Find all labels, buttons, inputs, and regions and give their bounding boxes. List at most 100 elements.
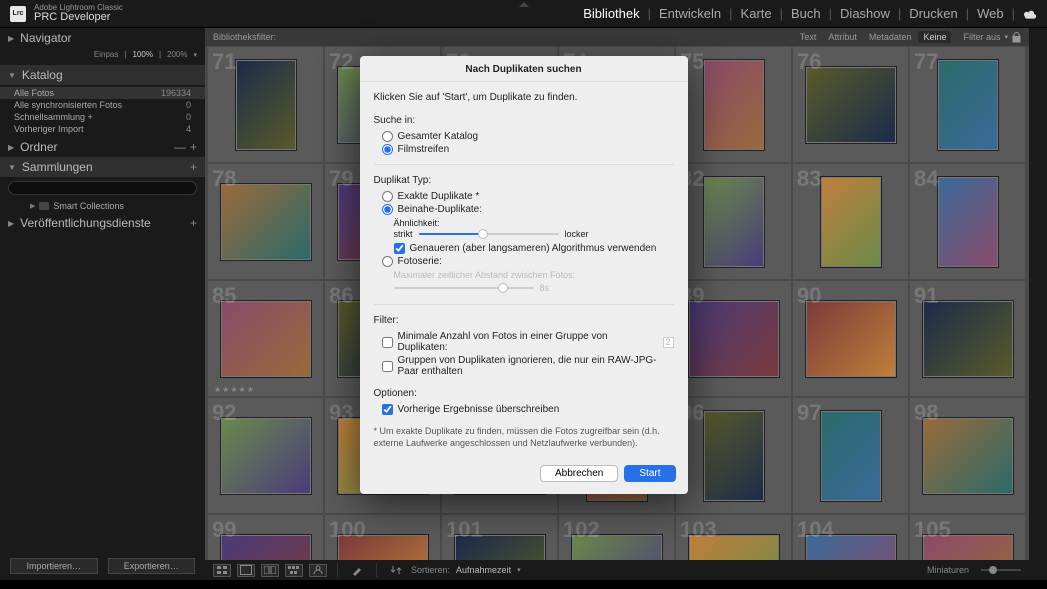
plus-icon[interactable]: + — [190, 160, 197, 174]
module-tab-entwickeln[interactable]: Entwickeln — [659, 6, 721, 21]
thumbnail-cell[interactable]: 91 — [909, 280, 1026, 397]
fotoserie-radio[interactable]: Fotoserie: — [374, 255, 674, 268]
filter-section-label: Filter: — [374, 315, 674, 326]
catalog-label: Katalog — [22, 68, 63, 82]
min-group-size-checkbox[interactable]: Minimale Anzahl von Fotos in einer Grupp… — [374, 330, 674, 354]
folders-panel-header[interactable]: ▶ Ordner — + — [0, 137, 205, 157]
sort-label: Sortieren: — [411, 565, 450, 575]
similarity-strict-label: strikt — [394, 229, 413, 239]
thumbnail-cell[interactable]: 84 — [909, 163, 1026, 280]
catalog-item[interactable]: Alle synchronisierten Fotos0 — [0, 99, 205, 111]
panel-collapse-top[interactable] — [519, 2, 529, 7]
rating-stars[interactable]: ★★★★★ — [214, 385, 255, 394]
compare-view-button[interactable] — [261, 564, 279, 577]
overwrite-results-checkbox[interactable]: Vorherige Ergebnisse überschreiben — [374, 403, 674, 416]
min-group-size-input[interactable] — [663, 337, 674, 348]
thumbnail-cell[interactable]: 104 — [792, 514, 909, 560]
precise-algorithm-checkbox[interactable]: Genaueren (aber langsameren) Algorithmus… — [374, 242, 674, 255]
lock-icon[interactable] — [1012, 32, 1021, 43]
thumbnail-cell[interactable]: 100 — [324, 514, 441, 560]
nav-200[interactable]: 200% — [167, 50, 187, 59]
plus-icon[interactable]: + — [190, 140, 197, 154]
minus-icon[interactable]: — — [174, 140, 186, 154]
collections-panel-header[interactable]: ▼ Sammlungen + — [0, 157, 205, 177]
thumbnail-cell[interactable]: 83 — [792, 163, 909, 280]
module-tab-buch[interactable]: Buch — [791, 6, 821, 21]
module-tab-web[interactable]: Web — [977, 6, 1004, 21]
catalog-panel-header[interactable]: ▼ Katalog — [0, 65, 205, 85]
filter-tab-attribut[interactable]: Attribut — [823, 31, 862, 43]
people-view-button[interactable] — [309, 564, 327, 577]
catalog-item[interactable]: Alle Fotos196334 — [0, 87, 205, 99]
collections-label: Sammlungen — [22, 160, 93, 174]
thumbnail-cell[interactable]: 89 — [675, 280, 792, 397]
chevron-right-icon: ▶ — [8, 219, 14, 228]
painter-tool-button[interactable] — [348, 564, 366, 577]
thumbnail-cell[interactable]: 77 — [909, 46, 1026, 163]
sort-value-dropdown[interactable]: Aufnahmezeit — [456, 565, 511, 575]
thumbnail-cell[interactable]: 71 — [207, 46, 324, 163]
smart-collections-label: Smart Collections — [53, 201, 124, 211]
thumbnail-cell[interactable]: 102 — [558, 514, 675, 560]
exact-duplicates-radio[interactable]: Exakte Duplikate * — [374, 190, 674, 203]
thumbnail-cell[interactable]: 90 — [792, 280, 909, 397]
catalog-item[interactable]: Vorheriger Import4 — [0, 123, 205, 135]
collections-search-input[interactable] — [8, 181, 197, 195]
thumbnail-cell[interactable]: 76 — [792, 46, 909, 163]
thumbnail-cell[interactable]: 98 — [909, 397, 1026, 514]
thumbnail-size-slider[interactable] — [981, 569, 1021, 571]
similarity-slider[interactable] — [419, 228, 559, 240]
search-in-catalog-radio[interactable]: Gesamter Katalog — [374, 130, 674, 143]
thumbnail-cell[interactable]: 105 — [909, 514, 1026, 560]
sort-direction-button[interactable] — [387, 564, 405, 577]
start-button[interactable]: Start — [624, 465, 675, 482]
ignore-raw-jpg-checkbox[interactable]: Gruppen von Duplikaten ignorieren, die n… — [374, 354, 674, 378]
publish-panel-header[interactable]: ▶ Veröffentlichungsdienste + — [0, 213, 205, 233]
thumbnail-cell[interactable]: 78 — [207, 163, 324, 280]
search-in-filmstrip-radio[interactable]: Filmstreifen — [374, 143, 674, 156]
export-button[interactable]: Exportieren… — [108, 558, 196, 574]
module-tab-drucken[interactable]: Drucken — [909, 6, 957, 21]
cell-index: 84 — [914, 166, 938, 192]
import-button[interactable]: Importieren… — [10, 558, 98, 574]
cell-index: 79 — [329, 166, 353, 192]
cell-index: 104 — [797, 517, 834, 543]
filter-tab-keine[interactable]: Keine — [918, 31, 951, 43]
right-panel-collapsed[interactable] — [1029, 28, 1047, 580]
navigator-panel-header[interactable]: ▶ Navigator — [0, 28, 205, 48]
thumbnail-cell[interactable]: 103 — [675, 514, 792, 560]
filter-tab-text[interactable]: Text — [795, 31, 822, 43]
module-tab-diashow[interactable]: Diashow — [840, 6, 890, 21]
filter-tab-metadaten[interactable]: Metadaten — [864, 31, 917, 43]
thumbnail-cell[interactable]: 75 — [675, 46, 792, 163]
nav-fit[interactable]: Einpas — [94, 50, 118, 59]
chevron-down-icon[interactable]: ▾ — [517, 566, 521, 574]
chevron-down-icon[interactable]: ▾ — [193, 51, 197, 59]
plus-icon[interactable]: + — [190, 216, 197, 230]
cell-index: 105 — [914, 517, 951, 543]
thumbnail-cell[interactable]: 92 — [207, 397, 324, 514]
nav-100[interactable]: 100% — [132, 50, 152, 59]
cancel-button[interactable]: Abbrechen — [540, 465, 618, 482]
grid-view-button[interactable] — [213, 564, 231, 577]
module-tab-karte[interactable]: Karte — [741, 6, 772, 21]
cell-index: 86 — [329, 283, 353, 309]
thumbnail-cell[interactable]: 99 — [207, 514, 324, 560]
thumbnail-image — [937, 59, 999, 151]
thumbnail-cell[interactable]: 101 — [441, 514, 558, 560]
survey-view-button[interactable] — [285, 564, 303, 577]
module-tab-bibliothek[interactable]: Bibliothek — [583, 6, 639, 21]
thumbnail-cell[interactable]: 85★★★★★ — [207, 280, 324, 397]
similarity-label: Ähnlichkeit: — [394, 218, 674, 228]
chevron-down-icon[interactable]: ▾ — [1004, 33, 1008, 41]
near-duplicates-radio[interactable]: Beinahe-Duplikate: — [374, 203, 674, 216]
filter-preset-dropdown[interactable]: Filter aus — [963, 32, 1000, 42]
thumbnail-cell[interactable]: 97 — [792, 397, 909, 514]
catalog-item[interactable]: Schnellsammlung +0 — [0, 111, 205, 123]
smart-collections-row[interactable]: ▶ Smart Collections — [0, 199, 205, 213]
thumbnail-cell[interactable]: 82 — [675, 163, 792, 280]
cloud-sync-icon[interactable] — [1023, 7, 1037, 21]
chevron-right-icon: ▶ — [8, 143, 14, 152]
thumbnail-cell[interactable]: 96 — [675, 397, 792, 514]
loupe-view-button[interactable] — [237, 564, 255, 577]
